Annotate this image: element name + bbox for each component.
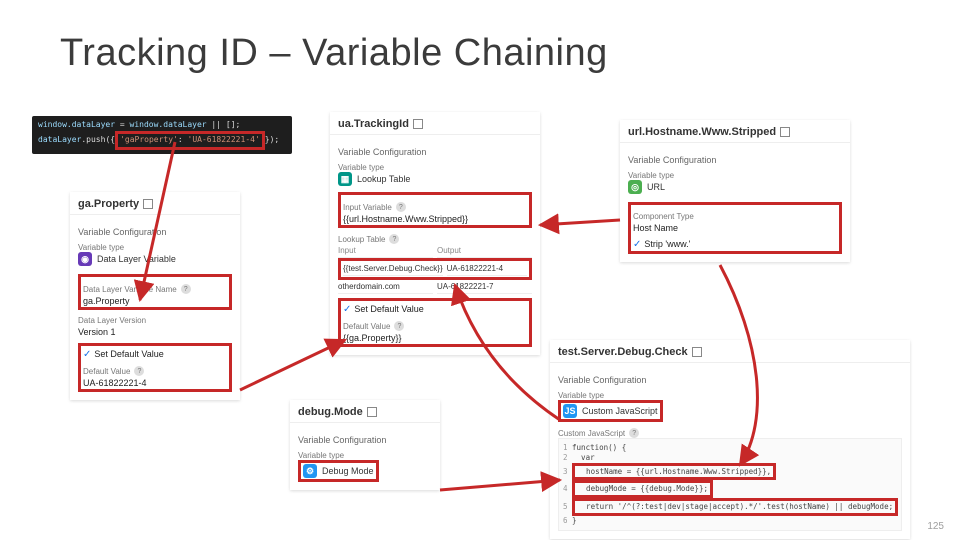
field-value: {{ga.Property}} <box>343 333 527 343</box>
field-label: Component Type <box>633 212 837 221</box>
panel-title: test.Server.Debug.Check <box>558 346 688 358</box>
data-layer-icon: ◉ <box>78 252 92 266</box>
folder-icon <box>413 119 423 129</box>
variable-type-chip: ◉Data Layer Variable <box>78 252 232 266</box>
panel-title: ua.TrackingId <box>338 118 409 130</box>
help-icon: ? <box>394 321 404 331</box>
section-label: Variable Configuration <box>558 375 902 385</box>
url-icon: ◎ <box>628 180 642 194</box>
field-value: ga.Property <box>83 296 227 306</box>
help-icon: ? <box>389 234 399 244</box>
slide-title: Tracking ID – Variable Chaining <box>60 32 608 75</box>
cell: {{test.Server.Debug.Check}} <box>343 262 443 276</box>
field-value: Strip 'www.' <box>644 239 690 249</box>
field-label: Custom JavaScript <box>558 429 625 438</box>
check-icon: ✓ <box>633 239 641 250</box>
check-icon: ✓ <box>343 304 351 315</box>
variable-type-chip: JSCustom JavaScript <box>563 404 658 418</box>
field-label: Variable type <box>628 171 842 180</box>
field-value: {{url.Hostname.Www.Stripped}} <box>343 214 527 224</box>
variable-type-chip: ⚙Debug Mode <box>303 464 374 478</box>
variable-type-chip: ▦Lookup Table <box>338 172 532 186</box>
section-label: Variable Configuration <box>78 227 232 237</box>
field-label: Default Value <box>83 367 130 376</box>
folder-icon <box>367 407 377 417</box>
lookup-table-icon: ▦ <box>338 172 352 186</box>
panel-debug-mode: debug.Mode Variable Configuration Variab… <box>290 400 440 490</box>
check-icon: ✓ <box>83 349 91 360</box>
help-icon: ? <box>629 428 639 438</box>
field-label: Variable type <box>298 451 432 460</box>
field-value: Version 1 <box>78 327 232 337</box>
help-icon: ? <box>134 366 144 376</box>
panel-title: debug.Mode <box>298 406 363 418</box>
field-value: UA-61822221-4 <box>83 378 227 388</box>
cell: UA-61822221-4 <box>447 262 527 276</box>
variable-type-chip: ◎URL <box>628 180 842 194</box>
page-number: 125 <box>927 521 944 532</box>
panel-title: ga.Property <box>78 198 139 210</box>
folder-icon <box>780 127 790 137</box>
field-value: Set Default Value <box>354 304 423 314</box>
code-snippet: window.dataLayer = window.dataLayer || [… <box>32 116 292 154</box>
panel-test-server: test.Server.Debug.Check Variable Configu… <box>550 340 910 539</box>
folder-icon <box>692 347 702 357</box>
field-label: Lookup Table <box>338 235 385 244</box>
panel-ga-property: ga.Property Variable Configuration Varia… <box>70 192 240 400</box>
field-label: Variable type <box>338 163 532 172</box>
field-label: Variable type <box>78 243 232 252</box>
code-block: 1 function() { 2 var 3 hostName = {{url.… <box>558 438 902 531</box>
col-header: Output <box>437 244 532 258</box>
section-label: Variable Configuration <box>298 435 432 445</box>
javascript-icon: JS <box>563 404 577 418</box>
folder-icon <box>143 199 153 209</box>
section-label: Variable Configuration <box>628 155 842 165</box>
field-value: Set Default Value <box>94 349 163 359</box>
panel-ua-tracking: ua.TrackingId Variable Configuration Var… <box>330 112 540 355</box>
panel-title: url.Hostname.Www.Stripped <box>628 126 776 138</box>
field-label: Data Layer Variable Name <box>83 285 177 294</box>
debug-icon: ⚙ <box>303 464 317 478</box>
panel-url-hostname: url.Hostname.Www.Stripped Variable Confi… <box>620 120 850 262</box>
field-label: Default Value <box>343 322 390 331</box>
field-value: Host Name <box>633 223 837 233</box>
section-label: Variable Configuration <box>338 147 532 157</box>
field-label: Input Variable <box>343 203 392 212</box>
field-label: Data Layer Version <box>78 316 232 325</box>
cell: UA-61822221-7 <box>437 280 532 294</box>
help-icon: ? <box>396 202 406 212</box>
field-label: Variable type <box>558 391 902 400</box>
cell: otherdomain.com <box>338 280 433 294</box>
help-icon: ? <box>181 284 191 294</box>
col-header: Input <box>338 244 433 258</box>
